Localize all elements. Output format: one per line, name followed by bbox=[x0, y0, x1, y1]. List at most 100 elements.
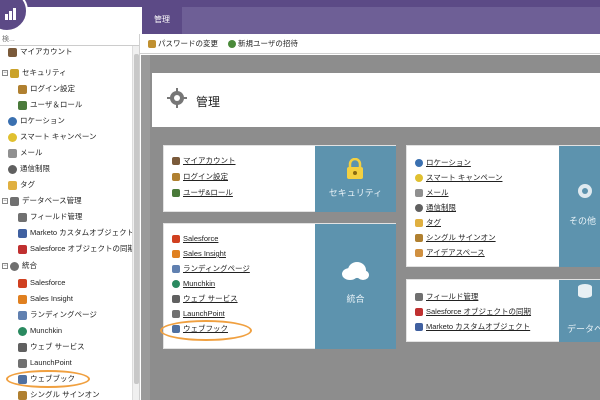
sidebar-item-label: シングル サインオン bbox=[30, 390, 100, 399]
sidebar-scroll-thumb[interactable] bbox=[134, 54, 139, 384]
sidebar-item-email[interactable]: メール bbox=[8, 146, 43, 160]
expander-security[interactable]: − bbox=[2, 70, 8, 76]
link-label: Sales Insight bbox=[183, 249, 226, 258]
link-launchpoint[interactable]: LaunchPoint bbox=[172, 308, 225, 319]
security-tile[interactable]: セキュリティ bbox=[315, 146, 396, 212]
sidebar-item-login-settings[interactable]: ログイン設定 bbox=[18, 82, 75, 96]
sidebar-item-location[interactable]: ロケーション bbox=[8, 114, 65, 128]
sidebar-item-users-roles[interactable]: ユーザ＆ロール bbox=[18, 98, 82, 112]
sidebar-item-label: Salesforce オブジェクトの同期 bbox=[30, 244, 136, 253]
sidebar-item-salesforce[interactable]: Salesforce bbox=[18, 276, 65, 290]
key-icon bbox=[148, 40, 156, 49]
link-tags[interactable]: タグ bbox=[415, 217, 441, 228]
link-label: LaunchPoint bbox=[183, 309, 225, 318]
bulb-icon bbox=[415, 174, 423, 183]
tab-admin[interactable]: 管理 bbox=[142, 7, 182, 34]
sso-icon bbox=[415, 234, 423, 243]
link-my-account[interactable]: マイアカウント bbox=[172, 155, 236, 166]
link-idea-space[interactable]: アイデアスペース bbox=[415, 247, 485, 258]
link-communication-limits[interactable]: 通信制限 bbox=[415, 202, 456, 213]
database-tile-label: データベ bbox=[567, 324, 600, 334]
sidebar-item-integration[interactable]: 統合 bbox=[10, 259, 37, 273]
sidebar-item-web-services[interactable]: ウェブ サービス bbox=[18, 340, 85, 354]
database-icon bbox=[578, 284, 592, 298]
sidebar-item-label: ログイン設定 bbox=[30, 84, 75, 93]
launchpoint-icon bbox=[172, 310, 180, 319]
link-login-settings[interactable]: ログイン設定 bbox=[172, 171, 228, 182]
custom-object-icon bbox=[18, 228, 27, 238]
sidebar-item-label: Munchkin bbox=[30, 326, 63, 335]
link-label: ウェブ サービス bbox=[183, 294, 238, 303]
top-accent-strip bbox=[0, 0, 600, 7]
sidebar-scrollbar[interactable] bbox=[132, 46, 139, 400]
globe-icon bbox=[8, 116, 17, 126]
landing-page-icon bbox=[172, 265, 180, 274]
sales-insight-icon bbox=[18, 294, 27, 304]
sidebar-item-launchpoint[interactable]: LaunchPoint bbox=[18, 356, 72, 370]
link-single-sign-on[interactable]: シングル サインオン bbox=[415, 232, 496, 243]
expander-integration[interactable]: − bbox=[2, 263, 8, 269]
sidebar-item-security[interactable]: セキュリティ bbox=[10, 66, 67, 80]
link-email[interactable]: メール bbox=[415, 187, 449, 198]
integration-card: Salesforce Sales Insight ランディングページ Munch… bbox=[160, 223, 396, 349]
link-location[interactable]: ロケーション bbox=[415, 157, 471, 168]
sidebar-item-tags[interactable]: タグ bbox=[8, 178, 35, 192]
integration-icon bbox=[10, 261, 19, 271]
sidebar-item-landing-pages[interactable]: ランディングページ bbox=[18, 308, 97, 322]
sidebar-item-label: タグ bbox=[20, 180, 35, 189]
lock-icon bbox=[10, 68, 19, 78]
sidebar-item-smart-campaign[interactable]: スマート キャンペーン bbox=[8, 130, 96, 144]
users-icon bbox=[18, 100, 27, 110]
link-salesforce-object-sync[interactable]: Salesforce オブジェクトの同期 bbox=[415, 306, 531, 317]
database-icon bbox=[10, 196, 19, 206]
change-password-button[interactable]: パスワードの変更 bbox=[148, 39, 218, 49]
other-tile[interactable]: その他 bbox=[559, 146, 600, 267]
sidebar-tree: マイアカウント − セキュリティ ログイン設定 ユーザ＆ロール ロケーション ス… bbox=[0, 34, 140, 400]
tab-strip bbox=[182, 7, 600, 34]
sidebar-item-single-sign-on[interactable]: シングル サインオン bbox=[18, 388, 100, 400]
integration-tile[interactable]: 統合 bbox=[315, 224, 396, 349]
link-label: Salesforce オブジェクトの同期 bbox=[426, 307, 532, 316]
link-field-management[interactable]: フィールド管理 bbox=[415, 291, 478, 302]
link-label: マイアカウント bbox=[183, 156, 236, 165]
link-custom-objects[interactable]: Marketo カスタムオブジェクト bbox=[415, 321, 530, 332]
sidebar-item-my-account[interactable]: マイアカウント bbox=[8, 45, 73, 59]
security-tile-label: セキュリティ bbox=[328, 188, 383, 198]
sidebar-item-label: メール bbox=[20, 148, 43, 157]
sidebar-item-munchkin[interactable]: Munchkin bbox=[18, 324, 62, 338]
sidebar-item-custom-objects[interactable]: Marketo カスタムオブジェクト bbox=[18, 226, 134, 240]
tag-icon bbox=[8, 180, 17, 190]
link-smart-campaign[interactable]: スマート キャンペーン bbox=[415, 172, 502, 183]
other-tile-label: その他 bbox=[569, 216, 597, 226]
sidebar-search-input[interactable] bbox=[0, 34, 130, 45]
limit-icon bbox=[415, 204, 423, 213]
add-user-icon bbox=[228, 40, 236, 49]
link-sales-insight[interactable]: Sales Insight bbox=[172, 248, 226, 259]
link-label: Salesforce bbox=[183, 234, 219, 243]
sidebar-item-salesforce-object-sync[interactable]: Salesforce オブジェクトの同期 bbox=[18, 242, 135, 256]
sidebar-item-communication-limits[interactable]: 通信制限 bbox=[8, 162, 50, 176]
launchpoint-icon bbox=[18, 358, 27, 368]
sidebar-item-database-management[interactable]: データベース管理 bbox=[10, 194, 82, 208]
link-munchkin[interactable]: Munchkin bbox=[172, 278, 215, 289]
sidebar-item-field-management[interactable]: フィールド管理 bbox=[18, 210, 82, 224]
link-salesforce[interactable]: Salesforce bbox=[172, 233, 218, 244]
highlight-oval-webhooks bbox=[160, 320, 252, 341]
marketo-logo[interactable] bbox=[0, 0, 28, 32]
link-landing-pages[interactable]: ランディングページ bbox=[172, 263, 250, 274]
main-toolbar: パスワードの変更 新規ユーザの招待 bbox=[140, 34, 600, 54]
link-users-roles[interactable]: ユーザ&ロール bbox=[172, 187, 233, 198]
user-icon bbox=[8, 47, 17, 57]
limit-icon bbox=[8, 164, 17, 174]
link-label: フィールド管理 bbox=[426, 292, 479, 301]
main-left-gutter bbox=[141, 55, 150, 400]
admin-header-panel: 管理 bbox=[152, 73, 600, 127]
expander-database[interactable]: − bbox=[2, 198, 8, 204]
database-tile[interactable]: データベ bbox=[559, 280, 600, 342]
link-label: スマート キャンペーン bbox=[426, 173, 503, 182]
invite-user-button[interactable]: 新規ユーザの招待 bbox=[228, 39, 298, 49]
sidebar-item-sales-insight[interactable]: Sales Insight bbox=[18, 292, 73, 306]
user-icon bbox=[172, 157, 180, 166]
link-web-services[interactable]: ウェブ サービス bbox=[172, 293, 238, 304]
mail-icon bbox=[8, 148, 17, 158]
